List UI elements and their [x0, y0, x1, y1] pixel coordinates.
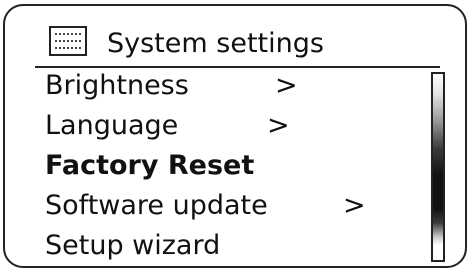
scrollbar-thumb[interactable]	[433, 74, 443, 260]
header: System settings	[5, 6, 465, 70]
settings-screen-icon	[49, 26, 87, 56]
menu-item-setup-wizard[interactable]: Setup wizard	[45, 226, 385, 266]
menu-item-label: Brightness	[45, 70, 189, 101]
display-screen: System settings Brightness > Language > …	[3, 4, 467, 268]
chevron-right-icon: >	[343, 190, 366, 221]
page-title: System settings	[107, 28, 324, 59]
scrollbar[interactable]	[431, 72, 445, 262]
menu-item-language[interactable]: Language >	[45, 106, 385, 146]
menu-item-factory-reset[interactable]: Factory Reset	[45, 146, 385, 186]
menu-item-brightness[interactable]: Brightness >	[45, 66, 385, 106]
menu-item-label: Factory Reset	[45, 150, 255, 181]
chevron-right-icon: >	[275, 70, 298, 101]
menu-item-label: Language	[45, 110, 179, 141]
menu-item-software-update[interactable]: Software update >	[45, 186, 385, 226]
menu-item-label: Software update	[45, 190, 268, 221]
chevron-right-icon: >	[267, 110, 290, 141]
menu-item-label: Setup wizard	[45, 230, 221, 261]
